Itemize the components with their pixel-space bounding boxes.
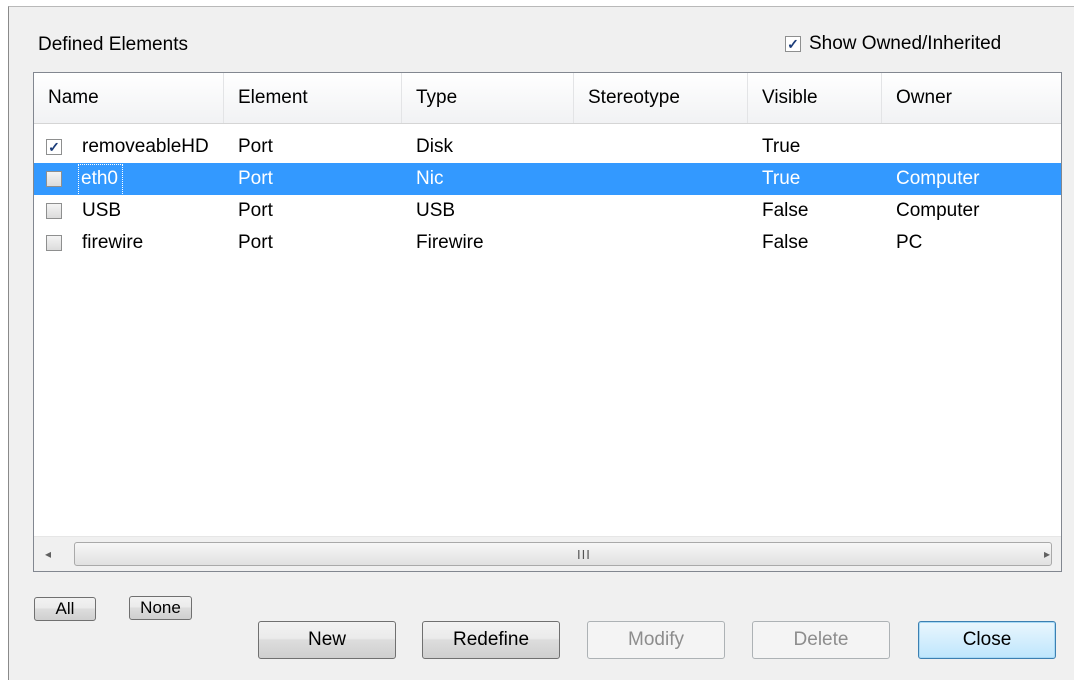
show-owned-label: Show Owned/Inherited: [809, 33, 1002, 54]
cell-visible: False: [762, 232, 809, 253]
column-header-stereotype[interactable]: Stereotype: [574, 73, 748, 123]
cell-owner: PC: [896, 232, 923, 253]
cell-name: firewire: [82, 232, 144, 253]
close-button[interactable]: Close: [918, 621, 1056, 659]
cell-name: USB: [82, 200, 122, 221]
table-row[interactable]: eth0 Port Nic True Computer: [34, 163, 1061, 198]
cell-owner: Computer: [896, 200, 980, 221]
row-checkbox[interactable]: [46, 171, 62, 187]
row-checkbox[interactable]: [46, 235, 62, 251]
section-title: Defined Elements: [38, 34, 188, 55]
table-row[interactable]: USB Port USB False Computer: [34, 195, 1061, 227]
redefine-button[interactable]: Redefine: [422, 621, 560, 659]
scroll-grip-icon: III: [577, 547, 591, 562]
table-row[interactable]: firewire Port Firewire False PC: [34, 227, 1061, 259]
cell-owner: Computer: [896, 168, 980, 189]
cell-type: Nic: [416, 168, 444, 189]
select-none-button[interactable]: None: [129, 596, 192, 620]
horizontal-scrollbar[interactable]: ◂ III ▸: [34, 536, 1061, 571]
column-header-element[interactable]: Element: [224, 73, 402, 123]
cell-name: eth0: [78, 164, 123, 198]
row-checkbox[interactable]: ✓: [46, 139, 62, 155]
cell-type: Firewire: [416, 232, 484, 253]
elements-list[interactable]: Name Element Type Stereotype Visible Own…: [33, 72, 1062, 572]
cell-visible: False: [762, 200, 809, 221]
cell-type: Disk: [416, 136, 453, 157]
cell-element: Port: [238, 136, 273, 157]
scroll-left-icon[interactable]: ◂: [40, 546, 56, 562]
column-header-owner[interactable]: Owner: [882, 73, 1061, 123]
scroll-right-icon[interactable]: ▸: [1039, 546, 1055, 562]
table-row[interactable]: ✓ removeableHD Port Disk True: [34, 131, 1061, 163]
modify-button[interactable]: Modify: [587, 621, 725, 659]
column-header-visible[interactable]: Visible: [748, 73, 882, 123]
scroll-thumb[interactable]: III: [74, 542, 1052, 566]
cell-type: USB: [416, 200, 456, 221]
row-checkbox[interactable]: [46, 203, 62, 219]
column-header-name[interactable]: Name: [34, 73, 224, 123]
cell-name: removeableHD: [82, 136, 209, 157]
list-header: Name Element Type Stereotype Visible Own…: [34, 73, 1061, 124]
column-header-type[interactable]: Type: [402, 73, 574, 123]
new-button[interactable]: New: [258, 621, 396, 659]
cell-visible: True: [762, 168, 801, 189]
cell-element: Port: [238, 232, 273, 253]
show-owned-checkbox[interactable]: ✓: [785, 36, 801, 52]
cell-element: Port: [238, 168, 273, 189]
show-owned-toggle[interactable]: ✓ Show Owned/Inherited: [785, 33, 1001, 55]
cell-visible: True: [762, 136, 801, 157]
delete-button[interactable]: Delete: [752, 621, 890, 659]
cell-element: Port: [238, 200, 273, 221]
select-all-button[interactable]: All: [34, 597, 96, 621]
